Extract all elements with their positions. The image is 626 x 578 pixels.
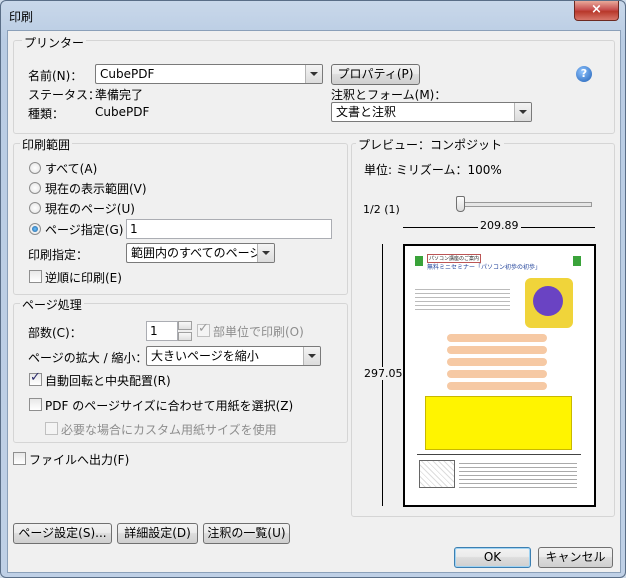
title-bar[interactable]: 印刷 ×: [1, 1, 625, 29]
subset-label: 印刷指定：: [28, 248, 89, 262]
type-label: 種類：: [28, 107, 65, 121]
subset-select[interactable]: 範囲内のすべてのページ: [126, 243, 275, 263]
preview-units: 単位: ミリズーム：100%: [364, 163, 502, 177]
scaling-select[interactable]: 大きいページを縮小: [146, 346, 321, 366]
preview-width: 209.89: [478, 219, 521, 232]
print-to-file-label[interactable]: ファイルへ出力(F): [29, 451, 129, 468]
properties-button[interactable]: プロパティ(P): [331, 64, 420, 85]
cancel-button[interactable]: キャンセル: [538, 547, 613, 568]
copies-stepper[interactable]: [178, 321, 192, 341]
doc-text-block: [415, 286, 510, 311]
doc-divider: [417, 454, 581, 455]
radio-current-view[interactable]: [29, 182, 41, 194]
custom-paper-label[interactable]: 必要な場合にカスタム用紙サイズを使用: [61, 421, 277, 438]
dialog-body: プリンター 名前(N)： CubePDF プロパティ(P) ? ステータス： 準…: [7, 30, 621, 573]
summarize-comments-button[interactable]: 注釈の一覧(U): [203, 523, 290, 544]
custom-paper-checkbox[interactable]: [45, 422, 58, 435]
page-handling-label: ページ処理: [20, 296, 84, 313]
printer-name-label: 名前(N)：: [28, 69, 83, 83]
scaling-label: ページの拡大 / 縮小：: [28, 351, 148, 365]
auto-rotate-label[interactable]: 自動回転と中央配置(R): [45, 372, 171, 389]
radio-pages[interactable]: [29, 223, 41, 235]
page-setup-button[interactable]: ページ設定(S)...: [13, 523, 112, 544]
radio-current-view-label[interactable]: 現在の表示範囲(V): [45, 180, 147, 197]
collate-label[interactable]: 部単位で印刷(O): [213, 323, 304, 340]
leaf-icon: [415, 256, 423, 266]
help-icon[interactable]: ?: [576, 66, 592, 82]
chevron-down-icon: [257, 244, 274, 262]
radio-all[interactable]: [29, 162, 41, 174]
preview-height: 297.05: [364, 367, 403, 380]
doc-notice-box: [425, 396, 572, 450]
page-indicator: 1/2 (1): [363, 203, 400, 216]
comments-forms-value: 文書と注釈: [336, 105, 397, 119]
doc-map: [419, 460, 455, 488]
page-slider-track[interactable]: [458, 202, 592, 207]
print-dialog: 印刷 × プリンター 名前(N)： CubePDF プロパティ(P) ? ステー…: [0, 0, 626, 578]
doc-footer-text: [459, 460, 577, 490]
copies-input[interactable]: 1: [146, 321, 178, 341]
printer-name-value: CubePDF: [100, 67, 155, 81]
page-slider-thumb[interactable]: [456, 196, 465, 212]
doc-title: 無料ミニセミナー「パソコン初歩の初歩」: [427, 264, 542, 271]
reverse-label[interactable]: 逆順に印刷(E): [45, 269, 122, 286]
subset-value: 範囲内のすべてのページ: [131, 246, 262, 260]
reverse-checkbox[interactable]: [29, 270, 42, 283]
comments-forms-label: 注釈とフォーム(M)：: [331, 88, 447, 102]
advanced-button[interactable]: 詳細設定(D): [117, 523, 198, 544]
doc-illustration: [525, 278, 573, 328]
copies-label: 部数(C)：: [28, 326, 82, 340]
choose-paper-label[interactable]: PDF のページサイズに合わせて用紙を選択(Z): [45, 397, 293, 414]
radio-current-page-label[interactable]: 現在のページ(U): [45, 200, 135, 217]
ok-button[interactable]: OK: [454, 547, 531, 568]
doc-banner: [447, 358, 547, 366]
type-value: CubePDF: [95, 105, 150, 119]
print-range-label: 印刷範囲: [20, 136, 73, 153]
auto-rotate-checkbox[interactable]: [29, 370, 42, 386]
doc-banner: [447, 334, 547, 342]
radio-pages-label[interactable]: ページ指定(G): [45, 221, 123, 238]
doc-banner: [447, 346, 547, 354]
chevron-down-icon: [305, 65, 322, 83]
collate-checkbox[interactable]: [197, 321, 210, 337]
doc-banner: [447, 370, 547, 378]
chevron-down-icon: [514, 103, 531, 121]
at-sign-icon: [533, 286, 563, 316]
comments-forms-select[interactable]: 文書と注釈: [331, 102, 532, 122]
choose-paper-checkbox[interactable]: [29, 398, 42, 411]
doc-banner: [447, 382, 547, 390]
printer-name-select[interactable]: CubePDF: [95, 64, 323, 84]
radio-current-page[interactable]: [29, 202, 41, 214]
pages-input[interactable]: 1: [126, 219, 332, 239]
leaf-icon: [573, 256, 581, 266]
chevron-down-icon: [303, 347, 320, 365]
status-label: ステータス：: [28, 88, 101, 102]
page-preview: パソコン講座のご案内 無料ミニセミナー「パソコン初歩の初歩」: [403, 244, 596, 507]
print-to-file-checkbox[interactable]: [13, 452, 26, 465]
status-value: 準備完了: [95, 88, 144, 102]
close-button[interactable]: ×: [574, 1, 619, 21]
preview-label: プレビュー：コンポジット: [356, 136, 505, 153]
printer-group-label: プリンター: [22, 34, 87, 51]
window-title: 印刷: [9, 10, 34, 24]
radio-all-label[interactable]: すべて(A): [45, 160, 97, 177]
scaling-value: 大きいページを縮小: [151, 349, 259, 363]
